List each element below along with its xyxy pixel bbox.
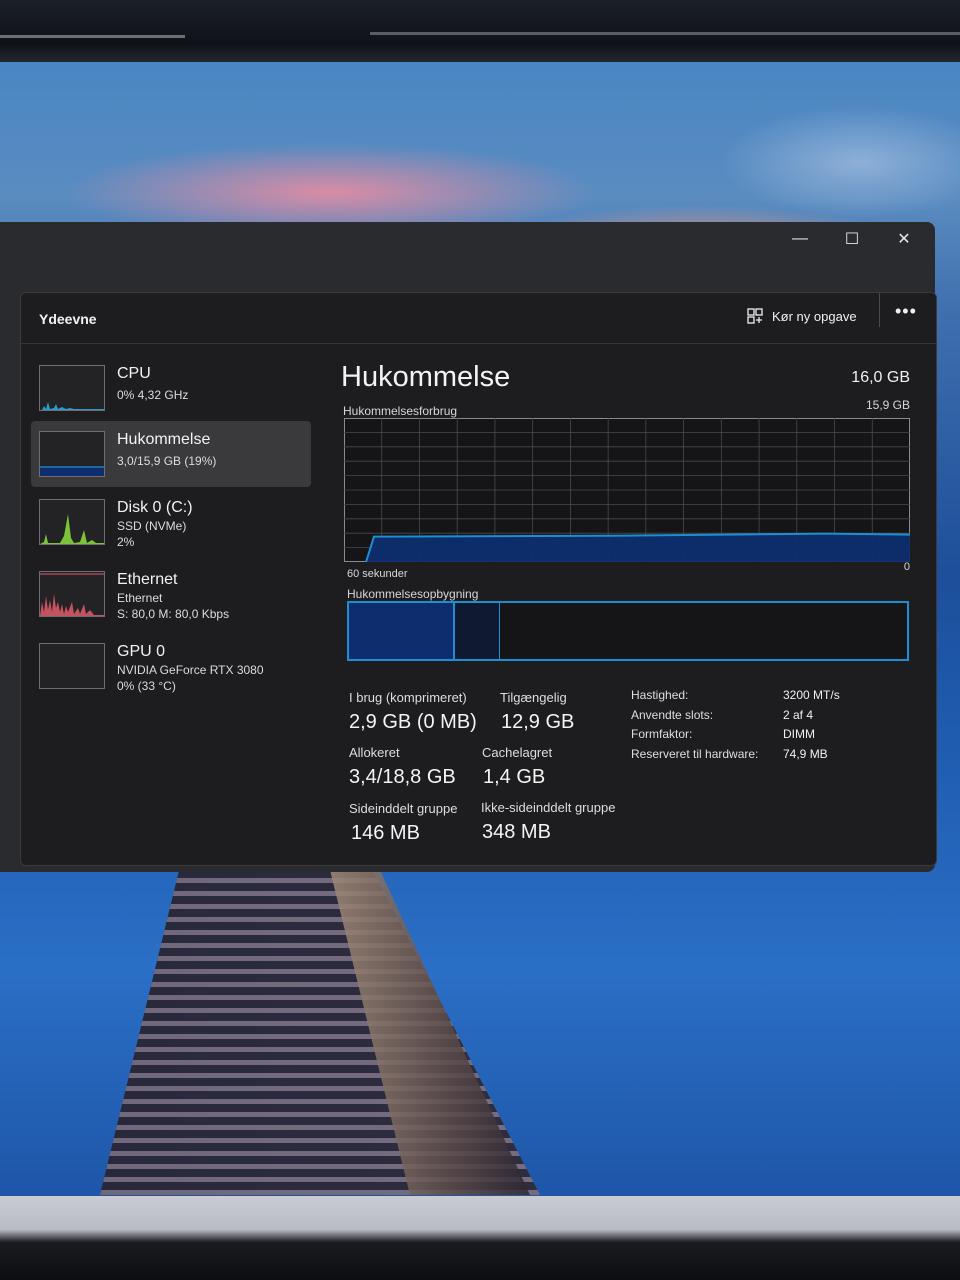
sidebar-item-detail: NVIDIA GeForce RTX 3080 xyxy=(117,663,264,677)
task-manager-window: Ydeevne Kør ny opgave ••• CPU 0% 4,32 GH… xyxy=(20,292,937,866)
page-title: Ydeevne xyxy=(39,311,97,327)
sidebar-item-cpu[interactable]: CPU 0% 4,32 GHz xyxy=(31,355,311,421)
header-divider xyxy=(879,293,880,327)
maximize-button[interactable]: ☐ xyxy=(826,226,878,252)
speed-label: Hastighed: xyxy=(631,688,689,702)
sidebar-item-label: Ethernet xyxy=(117,571,178,588)
window-controls: — ☐ ✕ xyxy=(774,226,930,252)
sidebar-item-label: Hukommelse xyxy=(117,431,211,448)
in-use-value: 2,9 GB (0 MB) xyxy=(349,711,477,733)
gpu-graph-thumbnail xyxy=(39,643,105,689)
available-value: 12,9 GB xyxy=(501,711,575,733)
minimize-button[interactable]: — xyxy=(774,226,826,252)
sidebar-item-detail: 0% 4,32 GHz xyxy=(117,388,189,402)
cached-label: Cachelagret xyxy=(482,745,553,760)
x-axis-start-label: 60 sekunder xyxy=(347,568,408,580)
composition-label: Hukommelsesopbygning xyxy=(347,587,479,601)
usage-chart-label: Hukommelsesforbrug xyxy=(343,404,458,418)
cpu-graph-thumbnail xyxy=(39,365,105,411)
nonpaged-pool-label: Ikke-sideinddelt gruppe xyxy=(481,800,616,815)
sidebar-item-label: Disk 0 (C:) xyxy=(117,499,193,516)
committed-label: Allokeret xyxy=(349,745,400,760)
sidebar-item-detail: S: 80,0 M: 80,0 Kbps xyxy=(117,607,230,621)
in-use-segment xyxy=(349,603,454,659)
sidebar-item-detail: 3,0/15,9 GB (19%) xyxy=(117,454,217,468)
paged-pool-label: Sideinddelt gruppe xyxy=(349,801,458,816)
ethernet-graph-thumbnail xyxy=(39,571,105,617)
sidebar-item-detail: Ethernet xyxy=(117,591,163,605)
sidebar-item-gpu[interactable]: GPU 0 NVIDIA GeForce RTX 3080 0% (33 °C) xyxy=(31,633,311,699)
new-task-icon xyxy=(747,308,763,324)
memory-graph-thumbnail xyxy=(39,431,105,477)
paged-pool-value: 146 MB xyxy=(351,822,420,844)
reserved-value: 74,9 MB xyxy=(783,747,828,761)
slots-label: Anvendte slots: xyxy=(631,708,714,722)
more-options-button[interactable]: ••• xyxy=(895,301,917,322)
run-new-task-button[interactable]: Kør ny opgave xyxy=(747,301,857,331)
sidebar-item-detail: 0% (33 °C) xyxy=(117,679,176,693)
usage-chart-max: 15,9 GB xyxy=(865,398,910,412)
performance-sidebar: CPU 0% 4,32 GHz Hukommelse 3,0/15,9 GB (… xyxy=(21,345,321,865)
sidebar-item-disk[interactable]: Disk 0 (C:) SSD (NVMe) 2% xyxy=(31,489,311,555)
monitor-bezel-top xyxy=(0,0,960,62)
sidebar-item-label: CPU xyxy=(117,365,151,382)
memory-usage-chart xyxy=(344,418,910,562)
modified-segment xyxy=(454,603,500,659)
close-button[interactable]: ✕ xyxy=(878,226,930,252)
sidebar-item-detail: SSD (NVMe) xyxy=(117,519,187,533)
committed-value: 3,4/18,8 GB xyxy=(349,766,456,788)
page-header: Ydeevne Kør ny opgave ••• xyxy=(21,293,936,344)
memory-title: Hukommelse xyxy=(341,361,511,393)
sidebar-item-memory[interactable]: Hukommelse 3,0/15,9 GB (19%) xyxy=(31,421,311,487)
total-memory: 16,0 GB xyxy=(851,369,910,386)
sidebar-item-label: GPU 0 xyxy=(117,643,166,660)
bezel-highlight xyxy=(0,35,185,38)
x-axis-end-label: 0 xyxy=(903,561,910,573)
reserved-label: Reserveret til hardware: xyxy=(631,747,759,761)
available-label: Tilgængelig xyxy=(500,690,567,705)
usage-area xyxy=(366,533,910,562)
slots-value: 2 af 4 xyxy=(783,708,814,722)
sidebar-item-ethernet[interactable]: Ethernet Ethernet S: 80,0 M: 80,0 Kbps xyxy=(31,561,311,627)
bezel-highlight xyxy=(370,32,960,35)
sidebar-item-detail: 2% xyxy=(117,535,135,549)
in-use-label: I brug (komprimeret) xyxy=(349,690,467,705)
run-new-task-label: Kør ny opgave xyxy=(772,308,857,324)
form-factor-label: Formfaktor: xyxy=(631,727,693,741)
memory-composition-bar xyxy=(347,601,909,661)
speed-value: 3200 MT/s xyxy=(783,688,840,702)
disk-graph-thumbnail xyxy=(39,499,105,545)
monitor-bezel-bottom xyxy=(0,1196,960,1280)
form-factor-value: DIMM xyxy=(783,727,815,741)
cached-value: 1,4 GB xyxy=(483,766,546,788)
nonpaged-pool-value: 348 MB xyxy=(482,821,551,843)
